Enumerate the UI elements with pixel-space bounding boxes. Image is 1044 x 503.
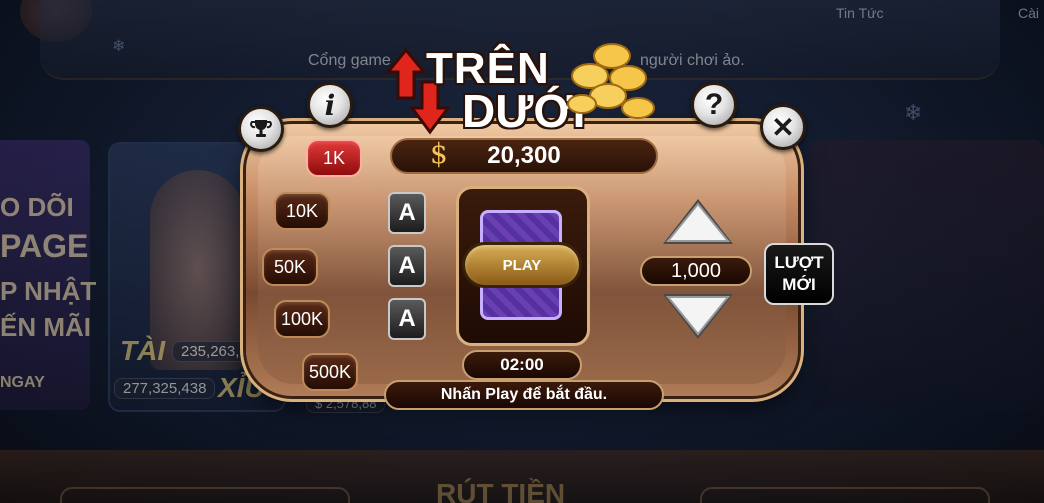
- chip-label: 10K: [285, 200, 319, 221]
- lobby-follow-banner[interactable]: [0, 140, 90, 410]
- bet-amount-value: 1,000: [670, 259, 722, 282]
- countdown-timer: 02:00: [462, 350, 582, 380]
- banner-line-4: ẾN MÃI: [0, 312, 91, 342]
- close-button[interactable]: ✕: [760, 104, 806, 150]
- lobby-other-value: $ 2,578,88: [306, 394, 386, 413]
- lobby-notice-left: Cổng game: [308, 52, 391, 69]
- chip-label: 500K: [308, 361, 352, 382]
- status-message: Nhấn Play để bắt đầu.: [384, 380, 664, 410]
- new-turn-line-2: MỚI: [782, 275, 816, 294]
- balance-value: 20,300: [487, 142, 561, 169]
- new-turn-button[interactable]: LƯỢT MỚI: [764, 243, 834, 305]
- chip-1k[interactable]: 1K: [306, 139, 362, 177]
- close-icon: ✕: [771, 111, 795, 143]
- taixiu-tai-label: TÀI: [120, 335, 166, 366]
- lobby-right-card[interactable]: [810, 140, 1044, 410]
- history-card: A: [388, 245, 426, 287]
- history-card: A: [388, 192, 426, 234]
- banner-line-2: PAGE: [0, 228, 89, 264]
- info-icon: i: [324, 88, 336, 122]
- banner-line-1: O DÕI: [0, 192, 74, 222]
- history-card-label: A: [398, 305, 416, 332]
- game-lobby-screen: Tin Tức Cài Cổng game người chơi ảo. O D…: [0, 0, 1044, 503]
- play-label: PLAY: [502, 256, 542, 274]
- history-card-label: A: [398, 199, 416, 226]
- lobby-tab-news[interactable]: Tin Tức: [836, 5, 884, 21]
- dollar-icon: $: [430, 137, 448, 170]
- help-button[interactable]: ?: [691, 82, 737, 128]
- lobby-bottom-card[interactable]: [60, 487, 350, 503]
- history-card-label: A: [398, 252, 416, 279]
- chip-100k[interactable]: 100K: [274, 300, 330, 338]
- lobby-tab-settings[interactable]: Cài: [1018, 5, 1039, 21]
- help-icon: ?: [704, 88, 724, 121]
- status-text: Nhấn Play để bắt đầu.: [440, 386, 608, 403]
- gold-coins-icon: [567, 43, 655, 119]
- snowflake-icon: ❄: [904, 100, 923, 125]
- info-button[interactable]: i: [307, 82, 353, 128]
- timer-value: 02:00: [500, 355, 544, 374]
- chip-label: 100K: [280, 308, 324, 329]
- chip-10k[interactable]: 10K: [274, 192, 330, 230]
- arrow-down-icon: [663, 294, 733, 339]
- leaderboard-button[interactable]: [238, 106, 284, 152]
- lobby-withdraw-label[interactable]: RÚT TIỀN: [436, 478, 565, 503]
- history-card: A: [388, 298, 426, 340]
- game-title: TRÊN DƯỚI: [384, 42, 655, 138]
- chip-500k[interactable]: 500K: [302, 353, 358, 391]
- trophy-icon: [250, 120, 272, 137]
- arrow-up-icon: [663, 199, 733, 244]
- play-button[interactable]: PLAY: [462, 242, 582, 288]
- chip-50k[interactable]: 50K: [262, 248, 318, 286]
- banner-line-5: NGAY: [0, 374, 45, 391]
- bet-up-button[interactable]: [660, 196, 736, 248]
- new-turn-line-1: LƯỢT: [774, 253, 824, 272]
- lobby-bottom-card[interactable]: [700, 487, 990, 503]
- bet-down-button[interactable]: [660, 290, 736, 342]
- bet-amount-display: 1,000: [640, 256, 752, 286]
- taixiu-xiu-value: 277,325,438: [114, 378, 216, 399]
- banner-line-3: P NHẬT: [0, 276, 97, 306]
- chip-label: 50K: [273, 256, 307, 277]
- snowflake-icon: ❄: [112, 38, 126, 55]
- chip-label: 1K: [322, 147, 346, 168]
